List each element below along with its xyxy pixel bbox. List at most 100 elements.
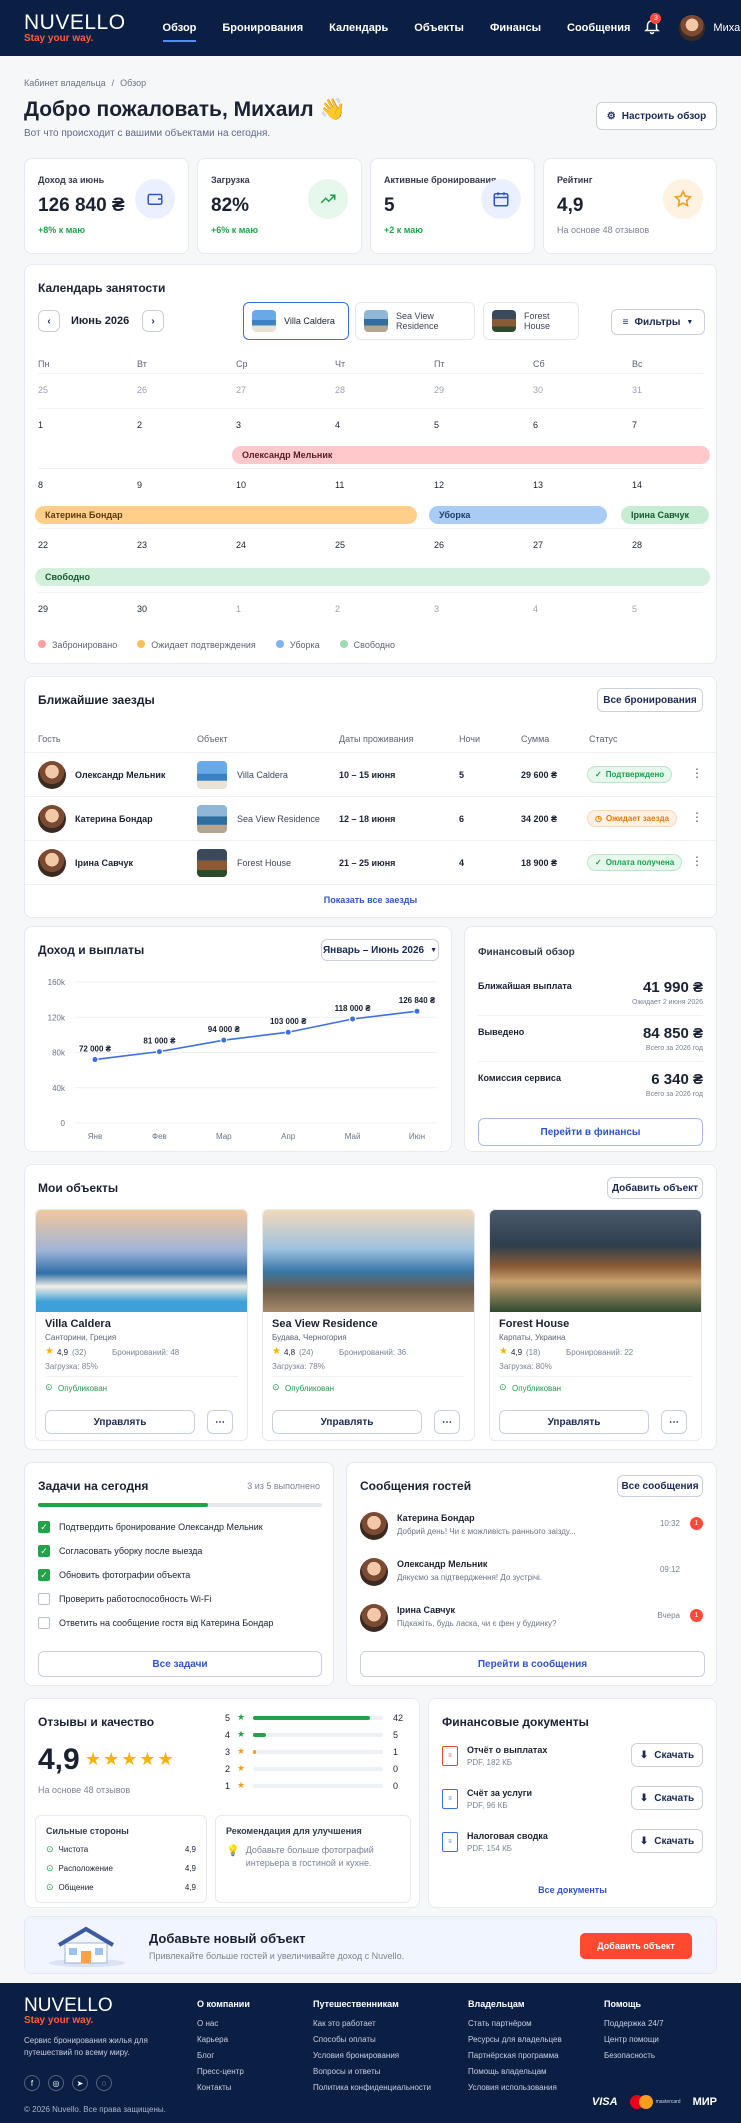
calendar-day[interactable]: 23 [137,540,147,550]
calendar-day[interactable]: 2 [335,604,340,614]
chat-icon[interactable]: ◌ [96,2075,112,2091]
booking-bar-savchuk[interactable]: Ірина Савчук [621,506,709,524]
object-card[interactable]: Forest House Карпаты, Украина ★ 4,9 (18) Брон… [489,1209,702,1441]
calendar-day[interactable]: 2 [137,420,142,430]
footer-logo[interactable]: NUVELLO Stay your way. [24,1996,113,2026]
calendar-day[interactable]: 28 [632,540,642,550]
calendar-day[interactable]: 29 [38,604,48,614]
more-options-icon[interactable]: ⋯ [207,1410,233,1434]
calendar-day[interactable]: 27 [236,385,246,395]
row-menu-icon[interactable]: ⋮ [691,766,703,780]
calendar-day[interactable]: 25 [38,385,48,395]
calendar-day[interactable]: 1 [236,604,241,614]
property-filter-sea-view[interactable]: Sea View Residence [355,302,475,340]
footer-link[interactable]: Безопасность [604,2051,655,2060]
calendar-day[interactable]: 12 [434,480,444,490]
calendar-day[interactable]: 5 [632,604,637,614]
data-point[interactable] [91,1056,99,1064]
calendar-day[interactable]: 27 [533,540,543,550]
table-row[interactable]: Олександр Мельник Villa Caldera 10 – 15 ию… [25,753,716,797]
calendar-day[interactable]: 30 [137,604,147,614]
manage-button[interactable]: Управлять [272,1410,422,1434]
calendar-day[interactable]: 10 [236,480,246,490]
filters-button[interactable]: ≡ Фильтры ▼ [611,309,705,335]
calendar-day[interactable]: 31 [632,385,642,395]
download-button[interactable]: ⬇ Скачать [631,1743,703,1767]
calendar-day[interactable]: 24 [236,540,246,550]
go-finance-button[interactable]: Перейти в финансы [478,1118,703,1146]
calendar-day[interactable]: 9 [137,480,142,490]
footer-link[interactable]: Политика конфиденциальности [313,2083,431,2092]
row-menu-icon[interactable]: ⋮ [691,810,703,824]
download-button[interactable]: ⬇ Скачать [631,1829,703,1853]
footer-link[interactable]: Пресс-центр [197,2067,244,2076]
instagram-icon[interactable]: ◎ [48,2075,64,2091]
object-card[interactable]: Sea View Residence Будава, Черногория ★ 4,8… [262,1209,475,1441]
manage-button[interactable]: Управлять [45,1410,195,1434]
nav-finance[interactable]: Финансы [477,0,554,56]
promo-add-object-button[interactable]: Добавить объект [580,1933,692,1959]
message-item[interactable]: Ірина Савчук Підкажіть, будь ласка, чи є … [347,1599,716,1643]
footer-link[interactable]: Условия использования [468,2083,557,2092]
more-options-icon[interactable]: ⋯ [434,1410,460,1434]
message-item[interactable]: Катерина Бондар Добрий день! Чи є можливі… [347,1507,716,1551]
calendar-day[interactable]: 28 [335,385,345,395]
calendar-day[interactable]: 5 [434,420,439,430]
calendar-day[interactable]: 7 [632,420,637,430]
calendar-day[interactable]: 8 [38,480,43,490]
user-menu[interactable]: Михаил ▼ [679,15,741,41]
property-filter-forest[interactable]: Forest House [483,302,579,340]
footer-link[interactable]: Вопросы и ответы [313,2067,380,2076]
footer-link[interactable]: Помощь владельцам [468,2067,547,2076]
all-tasks-button[interactable]: Все задачи [38,1651,322,1677]
all-bookings-button[interactable]: Все бронирования [597,688,703,712]
task-checkbox[interactable] [38,1593,50,1605]
telegram-icon[interactable]: ➤ [72,2075,88,2091]
next-month-button[interactable]: › [142,310,164,332]
calendar-day[interactable]: 22 [38,540,48,550]
nav-overview[interactable]: Обзор [150,0,210,56]
go-messages-button[interactable]: Перейти в сообщения [360,1651,705,1677]
all-messages-button[interactable]: Все сообщения [617,1475,703,1497]
nav-bookings[interactable]: Бронирования [209,0,316,56]
calendar-day[interactable]: 4 [335,420,340,430]
footer-link[interactable]: Способы оплаты [313,2035,376,2044]
calendar-day[interactable]: 29 [434,385,444,395]
calendar-day[interactable]: 11 [335,480,344,490]
add-object-button[interactable]: Добавить объект [607,1177,703,1199]
nav-messages[interactable]: Сообщения [554,0,643,56]
property-filter-villa[interactable]: Villa Caldera [243,302,349,340]
facebook-icon[interactable]: f [24,2075,40,2091]
calendar-day[interactable]: 14 [632,480,642,490]
data-point[interactable] [155,1048,163,1056]
message-item[interactable]: Олександр Мельник Дякуємо за підтвердженн… [347,1553,716,1597]
calendar-day[interactable]: 13 [533,480,543,490]
logo[interactable]: NUVELLO Stay your way. [24,12,126,44]
footer-link[interactable]: Ресурсы для владельцев [468,2035,562,2044]
table-row[interactable]: Ірина Савчук Forest House 21 – 25 июня 4 18 … [25,841,716,885]
task-checkbox[interactable]: ✓ [38,1569,50,1581]
download-button[interactable]: ⬇ Скачать [631,1786,703,1810]
footer-link[interactable]: Блог [197,2051,214,2060]
configure-overview-button[interactable]: ⚙ Настроить обзор [596,102,717,130]
data-point[interactable] [284,1028,292,1036]
footer-link[interactable]: Центр помощи [604,2035,659,2044]
calendar-day[interactable]: 4 [533,604,538,614]
calendar-day[interactable]: 26 [434,540,444,550]
footer-link[interactable]: Условия бронирования [313,2051,399,2060]
row-menu-icon[interactable]: ⋮ [691,854,703,868]
calendar-day[interactable]: 6 [533,420,538,430]
footer-link[interactable]: Стать партнёром [468,2019,532,2028]
footer-link[interactable]: Карьера [197,2035,228,2044]
calendar-day[interactable]: 3 [236,420,241,430]
calendar-day[interactable]: 25 [335,540,345,550]
footer-link[interactable]: Как это работает [313,2019,376,2028]
nav-calendar[interactable]: Календарь [316,0,401,56]
task-checkbox[interactable] [38,1617,50,1629]
all-documents-link[interactable]: Все документы [429,1885,716,1895]
nav-objects[interactable]: Объекты [401,0,477,56]
data-point[interactable] [349,1015,357,1023]
task-checkbox[interactable]: ✓ [38,1521,50,1533]
footer-link[interactable]: Поддержка 24/7 [604,2019,664,2028]
show-all-arrivals-link[interactable]: Показать все заезды [25,895,716,905]
